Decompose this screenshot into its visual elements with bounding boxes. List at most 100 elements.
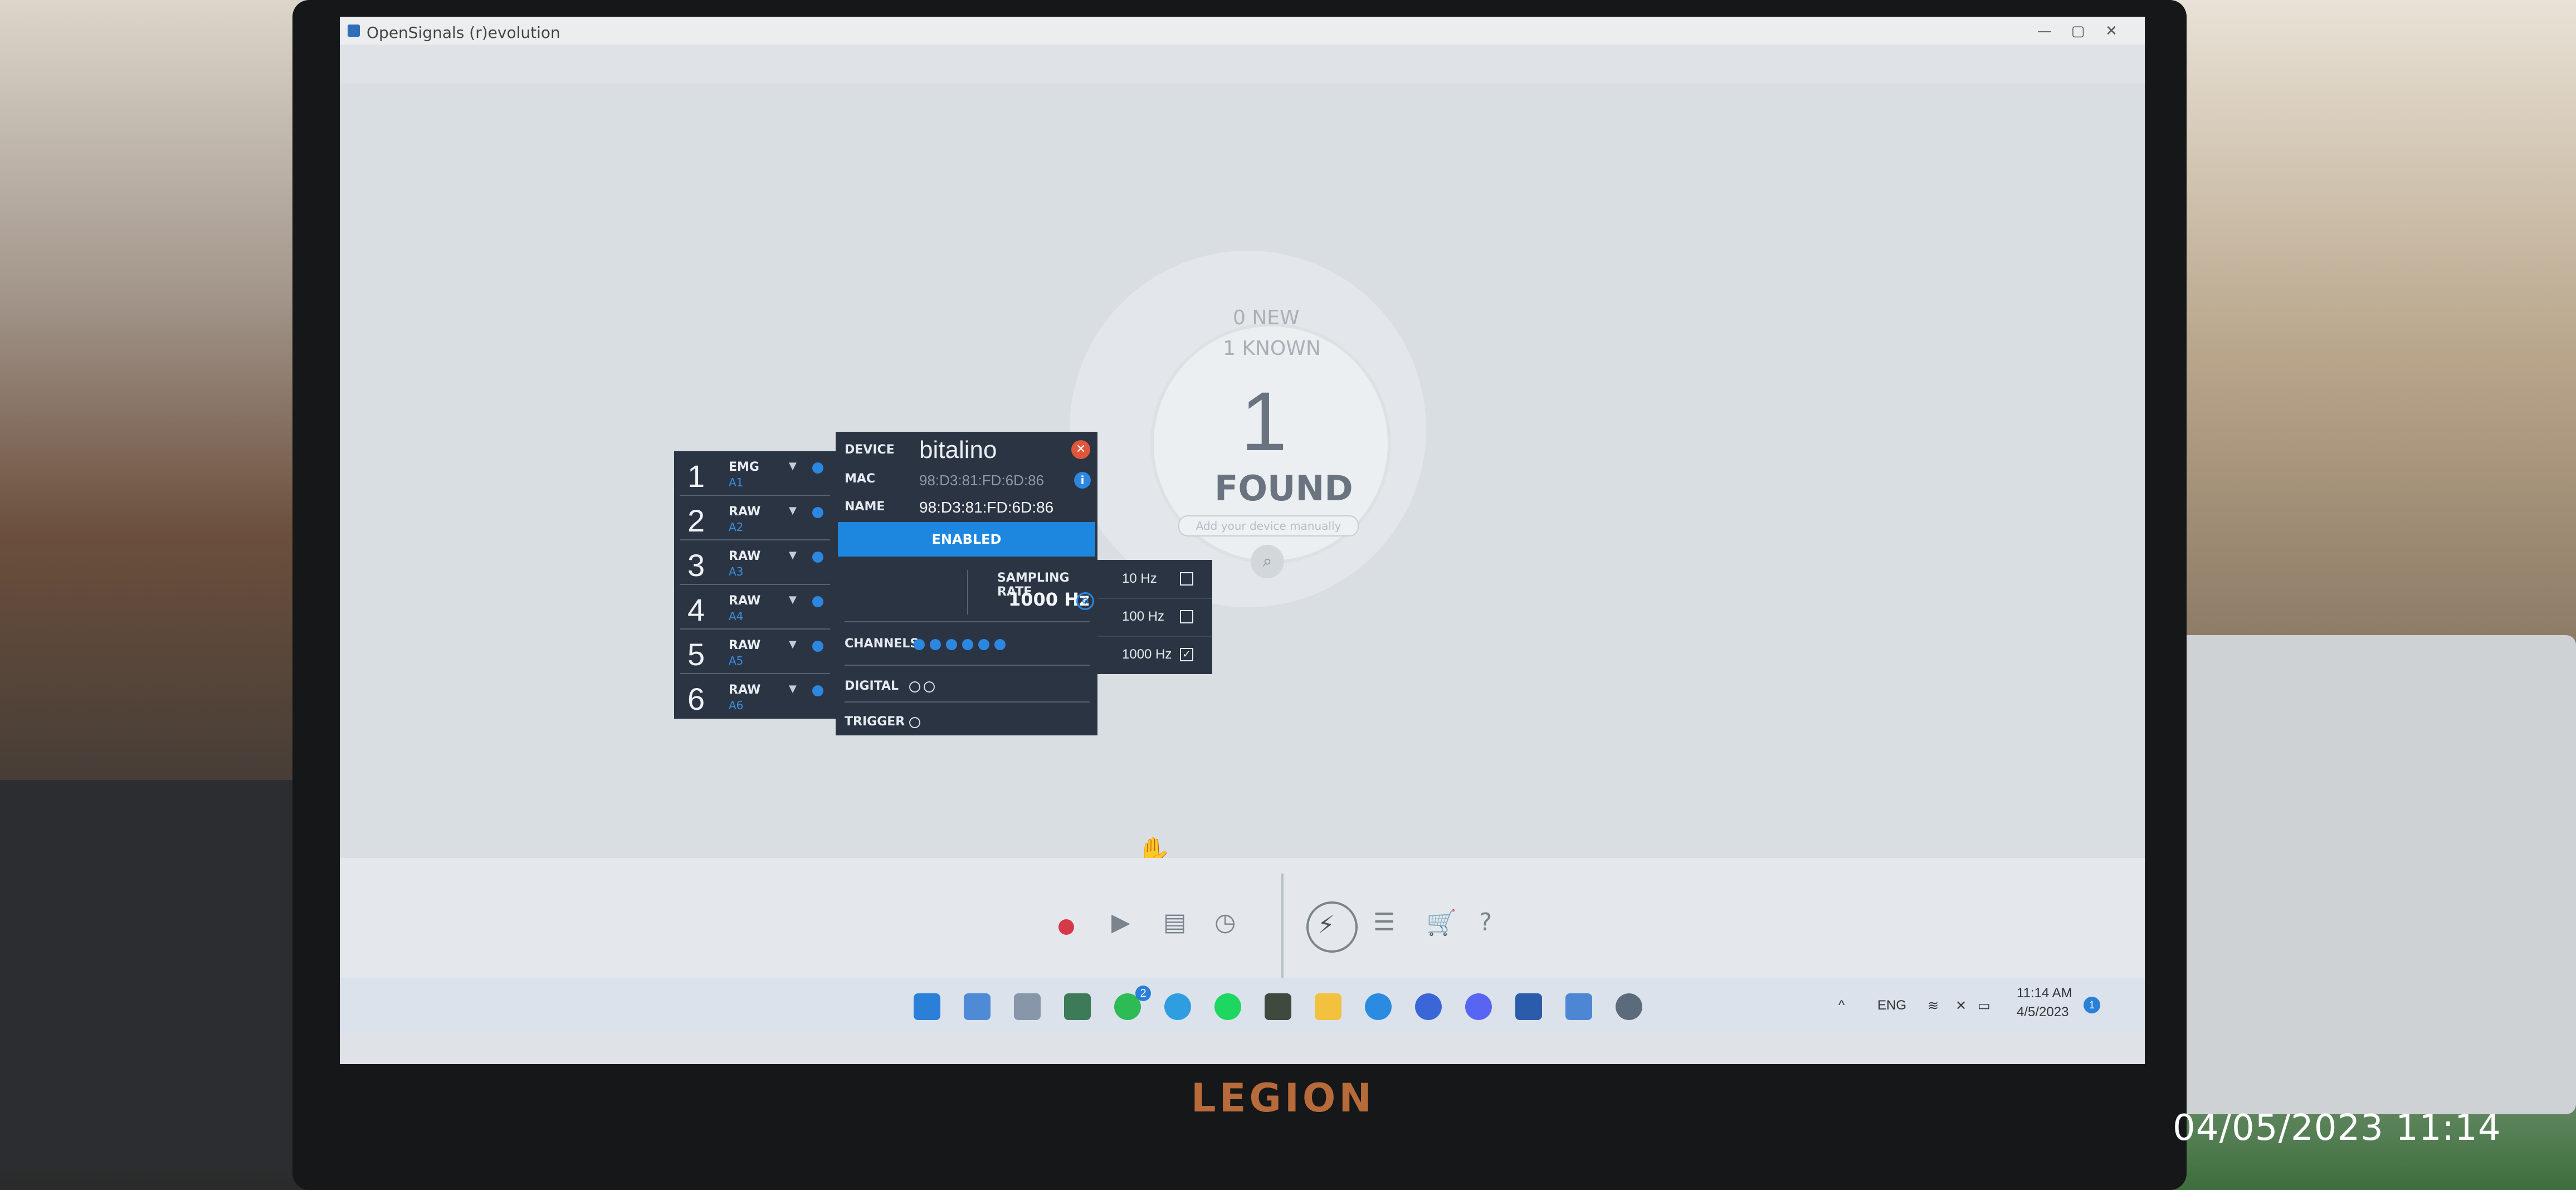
app-icon [348, 25, 360, 37]
digital-dots[interactable] [909, 681, 938, 695]
rate-option[interactable]: 1000 Hz ✓ [1097, 636, 1212, 674]
save-icon[interactable]: ▤ [1163, 908, 1187, 937]
edge-icon[interactable] [1365, 993, 1392, 1020]
known-count-label: 1 KNOWN [1223, 337, 1321, 360]
rate-option[interactable]: 100 Hz [1097, 598, 1212, 637]
sampling-rate-menu: 10 Hz 100 Hz 1000 Hz ✓ [1097, 560, 1212, 674]
rate-label: 1000 Hz [1122, 647, 1172, 662]
chevron-down-icon[interactable]: ▼ [789, 638, 797, 650]
channel-dots[interactable] [914, 639, 1011, 652]
channel-source: A2 [729, 520, 744, 534]
bitalino-logo: bitalino [919, 436, 997, 464]
mute-icon[interactable]: ✕ [1955, 998, 1967, 1014]
channel-row[interactable]: 6 RAW A6 ▼ [680, 677, 830, 718]
close-button[interactable]: ✕ [2095, 21, 2128, 41]
toolbar-separator [1281, 874, 1284, 979]
channel-enabled-dot[interactable] [812, 552, 823, 563]
minimize-button[interactable]: — [2028, 21, 2061, 41]
channel-type: EMG [729, 460, 759, 474]
channel-row[interactable]: 3 RAW A3 ▼ [680, 544, 830, 585]
channel-enabled-dot[interactable] [812, 685, 823, 696]
found-count: 1 [1241, 374, 1287, 468]
sliders-icon[interactable]: ☰ [1373, 908, 1395, 937]
gear-icon[interactable] [1616, 993, 1642, 1020]
windows-taskbar: 2 ^ ENG ≋ ✕ ▭ 11:14 AM 4/5/2023 1 [340, 978, 2145, 1033]
chevron-down-icon[interactable]: ▼ [789, 460, 797, 472]
channels-label: CHANNELS [845, 637, 919, 651]
clock-time[interactable]: 11:14 AM [2017, 986, 2072, 1001]
rate-label: 10 Hz [1122, 571, 1157, 586]
chevron-down-icon[interactable]: ▼ [789, 549, 797, 561]
checkbox[interactable] [1180, 572, 1193, 586]
mac-label: MAC [845, 472, 876, 486]
name-label: NAME [845, 500, 885, 514]
notification-badge[interactable]: 1 [2084, 997, 2100, 1013]
channel-number: 5 [687, 637, 705, 672]
start-icon[interactable] [914, 993, 940, 1020]
channel-source: A5 [729, 654, 744, 667]
channel-row[interactable]: 4 RAW A4 ▼ [680, 588, 830, 630]
close-icon[interactable]: ✕ [1071, 440, 1090, 459]
channel-enabled-dot[interactable] [812, 641, 823, 652]
app-icon[interactable] [1014, 993, 1041, 1020]
info-icon[interactable]: i [1074, 472, 1091, 489]
channel-number: 6 [687, 681, 705, 716]
title-bar: OpenSignals (r)evolution — ▢ ✕ [340, 17, 2145, 45]
channel-number: 4 [687, 592, 705, 627]
discord-icon[interactable] [1465, 993, 1492, 1020]
device-label: DEVICE [845, 443, 895, 457]
channel-enabled-dot[interactable] [812, 596, 823, 607]
divider [845, 621, 1090, 622]
manual-device-input[interactable]: Add your device manually [1178, 515, 1359, 537]
chevron-down-icon[interactable]: ▼ [789, 505, 797, 516]
divider [967, 570, 968, 614]
name-value[interactable]: 98:D3:81:FD:6D:86 [919, 499, 1053, 516]
device-panel: DEVICE bitalino ✕ MAC 98:D3:81:FD:6D:86 … [836, 432, 1097, 735]
channel-source: A4 [729, 609, 744, 623]
channel-row[interactable]: 1 EMG A1 ▼ [680, 455, 830, 496]
chevron-up-icon[interactable]: ^ [1838, 998, 1845, 1013]
rate-option[interactable]: 10 Hz [1097, 560, 1212, 599]
checkbox-checked[interactable]: ✓ [1180, 648, 1193, 661]
app-icon[interactable] [964, 993, 991, 1020]
language-indicator[interactable]: ENG [1877, 998, 1906, 1013]
channel-enabled-dot[interactable] [812, 507, 823, 518]
mac-value: 98:D3:81:FD:6D:86 [919, 472, 1045, 489]
chevron-down-icon[interactable]: ▼ [789, 683, 797, 695]
trigger-dot[interactable] [909, 717, 920, 728]
checkbox[interactable] [1180, 610, 1193, 623]
device-manager-icon: ⚡ [1318, 911, 1335, 939]
calculator-icon[interactable] [1064, 993, 1091, 1020]
app-icon[interactable] [1265, 993, 1291, 1020]
channel-list: 1 EMG A1 ▼ 2 RAW A2 ▼ 3 RAW A3 ▼ 4 RAW A… [674, 451, 836, 719]
record-button[interactable] [1058, 919, 1074, 935]
channel-number: 1 [687, 459, 705, 494]
battery-icon[interactable]: ▭ [1978, 998, 1990, 1014]
screen: OpenSignals (r)evolution — ▢ ✕ 0 NEW 1 K… [340, 17, 2145, 1064]
channel-row[interactable]: 2 RAW A2 ▼ [680, 499, 830, 540]
settings-icon[interactable]: ⚙ [1076, 592, 1094, 610]
opensignals-icon[interactable] [1565, 993, 1592, 1020]
cart-icon[interactable]: 🛒 [1426, 908, 1457, 937]
app-icon[interactable] [1415, 993, 1442, 1020]
help-button[interactable]: ? [1479, 908, 1492, 937]
channel-type: RAW [729, 505, 761, 519]
search-button[interactable]: ⌕ [1251, 545, 1284, 578]
channel-row[interactable]: 5 RAW A5 ▼ [680, 633, 830, 674]
channel-source: A1 [729, 476, 744, 489]
laptop-brand: LEGION [1191, 1075, 1375, 1121]
folder-icon[interactable] [1315, 993, 1341, 1020]
clock-icon[interactable]: ◷ [1214, 908, 1236, 937]
enabled-toggle[interactable]: ENABLED [838, 522, 1095, 557]
whatsapp-badge: 2 [1135, 986, 1151, 1001]
clock-date[interactable]: 4/5/2023 [2017, 1004, 2068, 1020]
chevron-down-icon[interactable]: ▼ [789, 594, 797, 606]
telegram-icon[interactable] [1164, 993, 1191, 1020]
play-icon[interactable]: ▶ [1111, 908, 1130, 937]
maximize-button[interactable]: ▢ [2061, 21, 2095, 41]
channel-enabled-dot[interactable] [812, 462, 823, 474]
wifi-icon[interactable]: ≋ [1928, 998, 1939, 1014]
channel-number: 3 [687, 548, 705, 583]
word-icon[interactable] [1515, 993, 1542, 1020]
spotify-icon[interactable] [1214, 993, 1241, 1020]
